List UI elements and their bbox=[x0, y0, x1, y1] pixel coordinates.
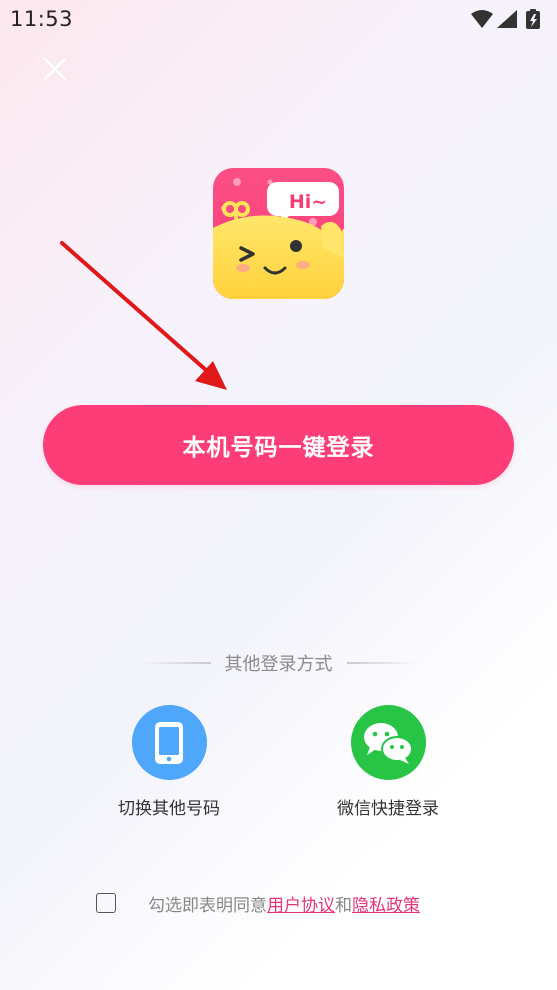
close-button[interactable] bbox=[36, 50, 74, 88]
phone-icon bbox=[155, 721, 183, 764]
logo-text: Hi~ bbox=[289, 191, 327, 213]
wechat-icon bbox=[364, 722, 413, 764]
status-icons bbox=[471, 9, 540, 29]
user-agreement-link[interactable]: 用户协议 bbox=[267, 891, 335, 916]
divider-line-right bbox=[346, 662, 417, 664]
switch-number-option[interactable]: 切换其他号码 bbox=[89, 705, 249, 819]
agreement-prefix: 勾选即表明同意 bbox=[148, 895, 267, 916]
app-logo-graphic: Hi~ bbox=[213, 168, 344, 299]
wechat-login-button[interactable] bbox=[350, 705, 426, 780]
privacy-policy-link[interactable]: 隐私政策 bbox=[352, 891, 420, 916]
agreement-row: 勾选即表明同意 用户协议 和 隐私政策 bbox=[96, 890, 420, 916]
agreement-conjunction: 和 bbox=[335, 895, 352, 916]
app-logo: Hi~ bbox=[213, 168, 344, 299]
one-click-login-button[interactable]: 本机号码一键登录 bbox=[43, 405, 514, 485]
divider-line-left bbox=[140, 662, 211, 664]
signal-icon bbox=[497, 10, 517, 28]
battery-charging-icon bbox=[526, 9, 540, 29]
switch-number-label: 切换其他号码 bbox=[118, 799, 220, 819]
switch-number-button[interactable] bbox=[131, 705, 207, 780]
close-icon bbox=[43, 57, 67, 81]
status-bar: 11:53 bbox=[0, 0, 557, 40]
wechat-login-option[interactable]: 微信快捷登录 bbox=[308, 705, 468, 819]
other-login-divider: 其他登录方式 bbox=[140, 650, 417, 676]
status-time: 11:53 bbox=[10, 7, 74, 31]
wifi-icon bbox=[471, 10, 493, 28]
other-login-title: 其他登录方式 bbox=[224, 654, 333, 675]
agreement-checkbox[interactable] bbox=[96, 893, 116, 913]
wechat-login-label: 微信快捷登录 bbox=[337, 799, 439, 819]
